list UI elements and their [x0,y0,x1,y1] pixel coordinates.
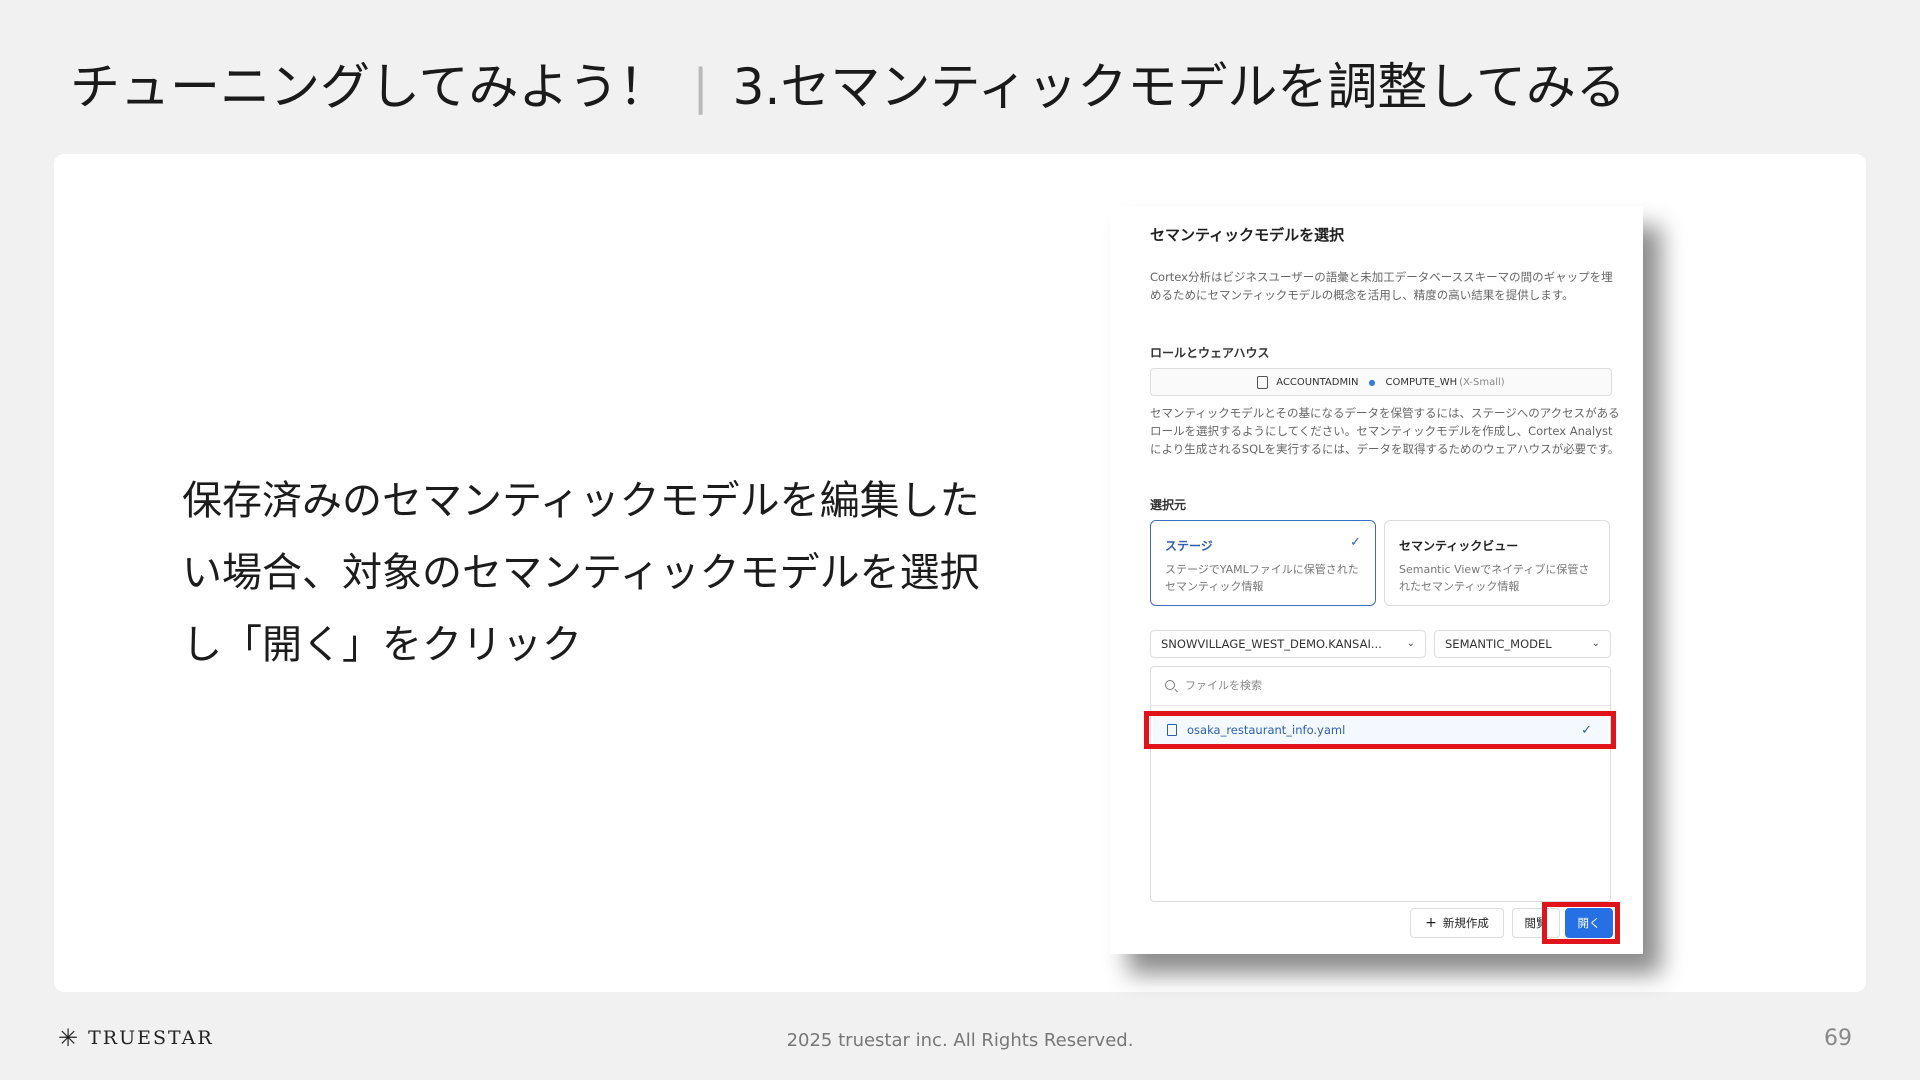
dialog-title: セマンティックモデルを選択 [1150,226,1345,244]
copyright: 2025 truestar inc. All Rights Reserved. [786,1030,1134,1051]
divider [1151,705,1610,706]
new-button[interactable]: + 新規作成 [1410,908,1504,938]
stage-dropdown-value: SEMANTIC_MODEL [1445,637,1552,651]
new-button-label: 新規作成 [1442,916,1489,930]
warehouse-name: COMPUTE_WH [1385,376,1458,388]
stage-dropdown[interactable]: SEMANTIC_MODEL ⌄ [1434,630,1611,658]
chevron-down-icon: ⌄ [1406,638,1415,649]
source-option-desc: Semantic Viewでネイティブに保管されたセマンティック情報 [1399,563,1590,593]
chevron-down-icon: ⌄ [1591,638,1600,649]
check-icon: ✓ [1581,722,1592,738]
search-placeholder: ファイルを検索 [1185,679,1262,692]
select-semantic-model-dialog: セマンティックモデルを選択 Cortex分析はビジネスユーザーの語彙と未加工デー… [1110,206,1643,954]
check-icon: ✓ [1350,535,1361,550]
dialog-note: セマンティックモデルとその基になるデータを保管するには、ステージへのアクセスがあ… [1150,406,1620,456]
page-number: 69 [1824,1026,1852,1051]
role-warehouse-selector[interactable]: ACCOUNTADMIN ● COMPUTE_WH (X-Small) [1150,368,1612,396]
browse-button[interactable]: 閲覧 [1512,908,1560,938]
role-icon [1257,375,1269,389]
role-warehouse-label: ロールとウェアハウス [1150,346,1270,360]
source-option-title: セマンティックビュー [1399,539,1519,553]
title-separator: | [692,59,709,115]
open-button[interactable]: 開く [1565,908,1613,938]
file-search[interactable]: ファイルを検索 [1165,677,1262,693]
source-option-semantic-view[interactable]: セマンティックビュー Semantic Viewでネイティブに保管されたセマンテ… [1384,520,1610,606]
file-list-item[interactable]: osaka_restaurant_info.yaml ✓ [1153,715,1608,745]
open-button-label: 開く [1577,916,1601,930]
slide-title: チューニングしてみよう！ | 3.セマンティックモデルを調整してみる [70,52,1626,122]
separator-dot-icon: ● [1368,377,1376,387]
file-name: osaka_restaurant_info.yaml [1187,723,1346,737]
browse-button-label: 閲覧 [1524,916,1548,930]
source-option-stage[interactable]: ステージ ✓ ステージでYAMLファイルに保管されたセマンティック情報 [1150,520,1376,606]
title-sub: 3.セマンティックモデルを調整してみる [732,58,1626,116]
plus-icon: + [1425,915,1437,931]
role-name: ACCOUNTADMIN [1276,376,1359,388]
instruction-text: 保存済みのセマンティックモデルを編集したい場合、対象のセマンティックモデルを選択… [182,478,980,668]
source-option-desc: ステージでYAMLファイルに保管されたセマンティック情報 [1165,563,1359,593]
search-icon [1165,680,1175,690]
source-section-label: 選択元 [1150,498,1187,512]
dialog-description: Cortex分析はビジネスユーザーの語彙と未加工データベーススキーマの間のギャッ… [1150,270,1613,302]
schema-dropdown-value: SNOWVILLAGE_WEST_DEMO.KANSAI... [1161,637,1382,651]
source-option-title: ステージ [1165,539,1213,553]
schema-dropdown[interactable]: SNOWVILLAGE_WEST_DEMO.KANSAI... ⌄ [1150,630,1426,658]
file-list-panel: ファイルを検索 osaka_restaurant_info.yaml ✓ [1150,666,1611,902]
warehouse-size: (X-Small) [1459,376,1505,388]
file-icon [1167,724,1177,736]
title-main: チューニングしてみよう！ [70,58,669,116]
